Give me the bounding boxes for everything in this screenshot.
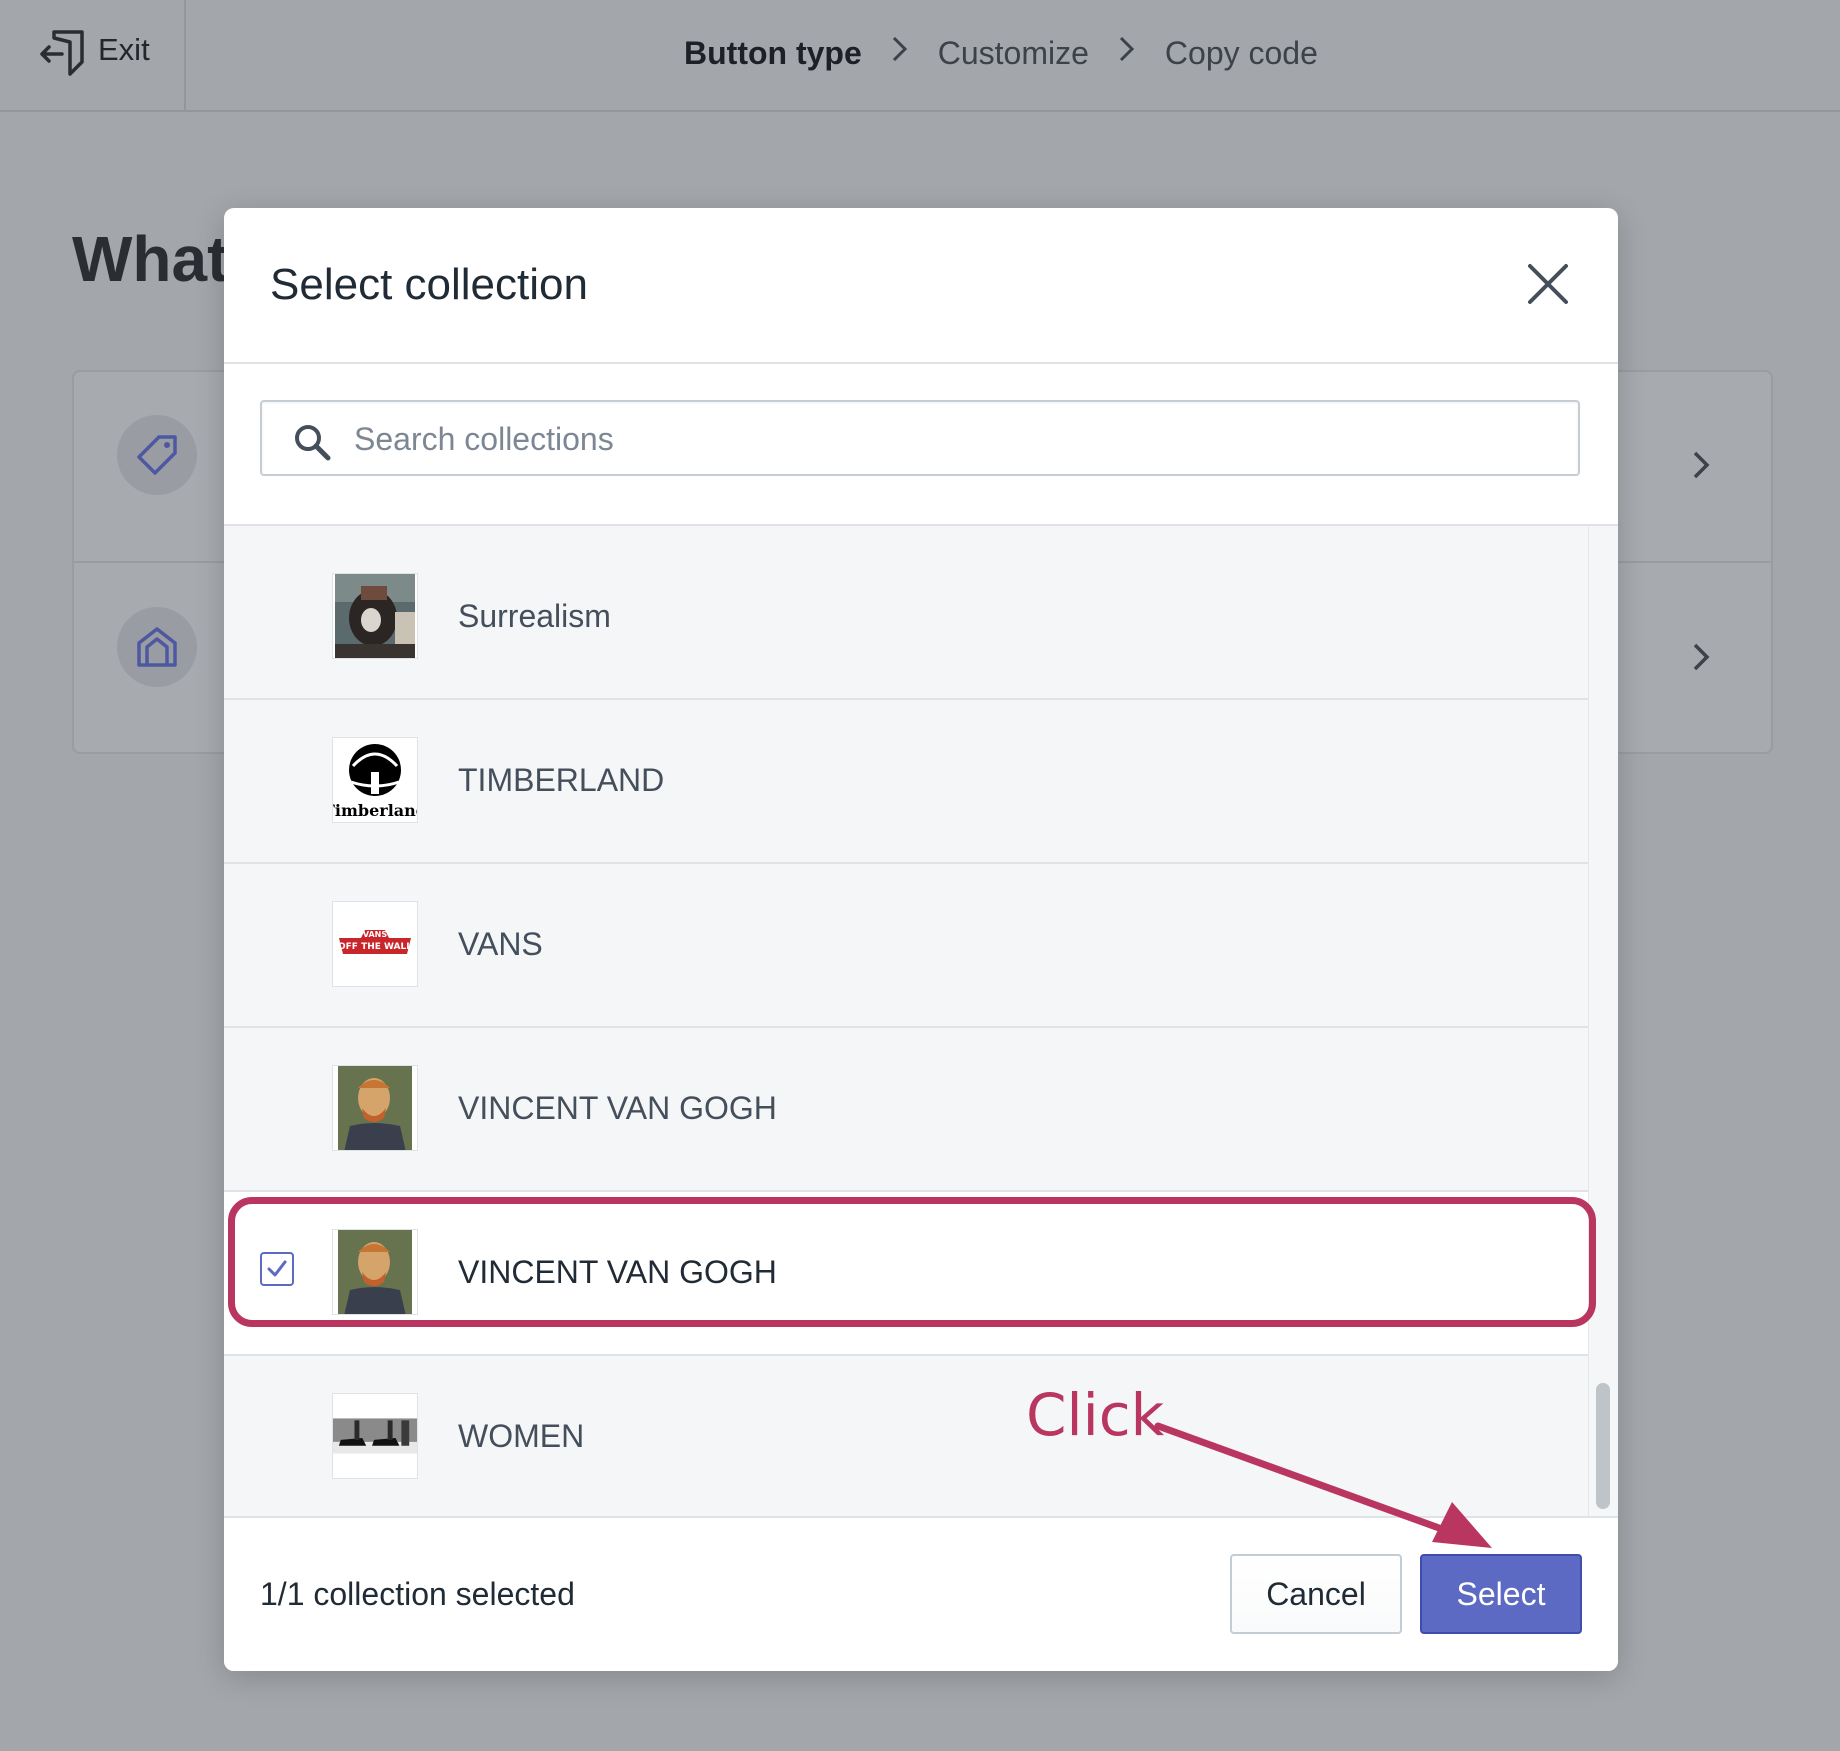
vans-text-top: VANS: [363, 930, 388, 939]
select-button[interactable]: Select: [1420, 1554, 1582, 1634]
collection-icon: [117, 607, 197, 687]
collection-label: VANS: [458, 926, 543, 962]
modal-title: Select collection: [270, 260, 588, 309]
chevron-right-icon: [890, 34, 910, 72]
search-input[interactable]: [352, 412, 1556, 466]
step-breadcrumb: Button type Customize Copy code: [684, 30, 1318, 76]
collection-label: VINCENT VAN GOGH: [458, 1090, 777, 1126]
women-thumbnail: [332, 1393, 418, 1479]
close-button[interactable]: [1524, 260, 1572, 308]
collection-label: TIMBERLAND: [458, 762, 665, 798]
select-collection-modal: Select collection Search collections Sur…: [224, 208, 1618, 1671]
top-bar: Exit Button type Customize Copy code: [0, 0, 1840, 112]
selection-count: 1/1 collection selected: [260, 1576, 575, 1612]
chevron-right-icon[interactable]: [1690, 448, 1712, 487]
vans-logo: VANS OFF THE WALL: [332, 901, 418, 987]
step-customize[interactable]: Customize: [938, 35, 1089, 72]
list-item[interactable]: WOMEN: [224, 1356, 1588, 1520]
scrollbar-thumb[interactable]: [1596, 1383, 1610, 1509]
collection-list: Surrealism Timberland TIMBERLAND: [224, 526, 1588, 1671]
list-item[interactable]: VINCENT VAN GOGH: [224, 1028, 1588, 1192]
collection-label: Surrealism: [458, 598, 611, 634]
exit-label: Exit: [98, 32, 150, 67]
tag-icon: [117, 415, 197, 495]
timberland-logo: Timberland: [332, 737, 418, 823]
van-gogh-thumbnail: [332, 1065, 418, 1151]
surrealism-thumbnail: [332, 573, 418, 659]
step-copy-code[interactable]: Copy code: [1165, 35, 1318, 72]
exit-icon: [40, 30, 84, 76]
list-item[interactable]: VANS OFF THE WALL VANS: [224, 864, 1588, 1028]
page-heading: What: [72, 223, 229, 295]
cancel-button[interactable]: Cancel: [1230, 1554, 1402, 1634]
checkmark-icon: [267, 1260, 287, 1277]
vans-text-bottom: OFF THE WALL: [338, 942, 412, 952]
list-item-selected[interactable]: VINCENT VAN GOGH: [224, 1192, 1588, 1356]
search-field[interactable]: [260, 400, 1580, 476]
chevron-right-icon: [1117, 34, 1137, 72]
chevron-right-icon[interactable]: [1690, 640, 1712, 679]
exit-button[interactable]: Exit: [0, 0, 186, 110]
collection-label: WOMEN: [458, 1418, 585, 1454]
step-button-type[interactable]: Button type: [684, 35, 862, 72]
search-icon: [295, 425, 331, 461]
collection-label: VINCENT VAN GOGH: [458, 1254, 777, 1290]
selected-checkbox[interactable]: [260, 1252, 294, 1286]
van-gogh-thumbnail: [332, 1229, 418, 1315]
scrollbar-track[interactable]: [1588, 526, 1618, 1524]
modal-header: Select collection: [224, 208, 1618, 364]
list-item[interactable]: Timberland TIMBERLAND: [224, 700, 1588, 864]
click-annotation-label: Click: [1026, 1381, 1165, 1449]
timberland-text: Timberland: [333, 801, 417, 820]
modal-footer: 1/1 collection selected Cancel Select: [224, 1516, 1618, 1671]
search-section: [224, 364, 1618, 526]
close-icon: [1528, 264, 1568, 304]
list-item[interactable]: Surrealism: [224, 536, 1588, 700]
